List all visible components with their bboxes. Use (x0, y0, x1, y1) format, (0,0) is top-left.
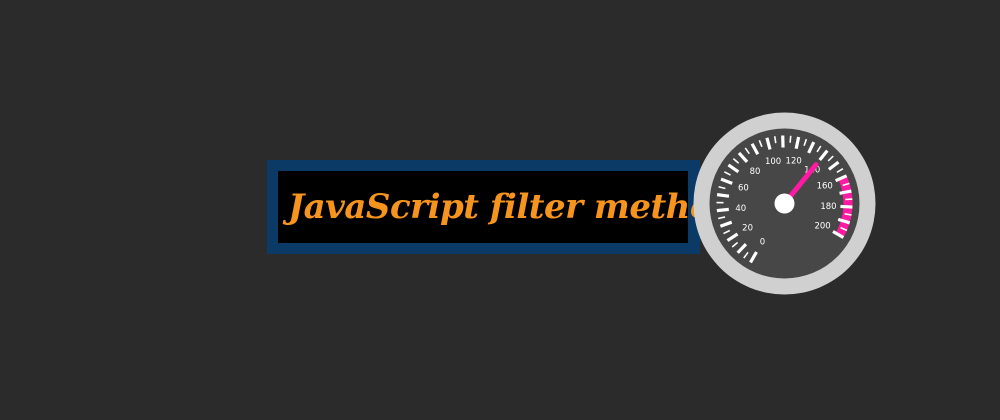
gauge-tick (839, 189, 852, 195)
speedometer-graphic: 020406080100120140160180200 (693, 112, 876, 295)
gauge-scale-label: 160 (817, 182, 833, 192)
gauge-scale-label: 60 (738, 184, 749, 194)
gauge-scale-label: 120 (786, 156, 802, 166)
gauge-tick (716, 193, 730, 198)
speedometer-icon: 020406080100120140160180200 (693, 112, 876, 295)
gauge-tick (716, 207, 729, 213)
gauge-hub (774, 193, 795, 214)
title-banner-inner: JavaScript filter method (278, 171, 736, 243)
gauge-scale-label: 180 (820, 202, 836, 212)
gauge-scale-label: 100 (765, 157, 781, 167)
gauge-tick (789, 135, 792, 143)
gauge-scale-label: 200 (814, 222, 830, 232)
title-banner: JavaScript filter method (267, 160, 736, 254)
gauge-tick (773, 136, 777, 144)
gauge-scale-label: 0 (760, 238, 765, 248)
gauge-scale-label: 20 (742, 223, 753, 233)
gauge-scale-label: 40 (735, 204, 746, 214)
page-title: JavaScript filter method (288, 187, 736, 227)
gauge-scale-label: 80 (750, 167, 761, 177)
gauge-tick (840, 204, 853, 209)
